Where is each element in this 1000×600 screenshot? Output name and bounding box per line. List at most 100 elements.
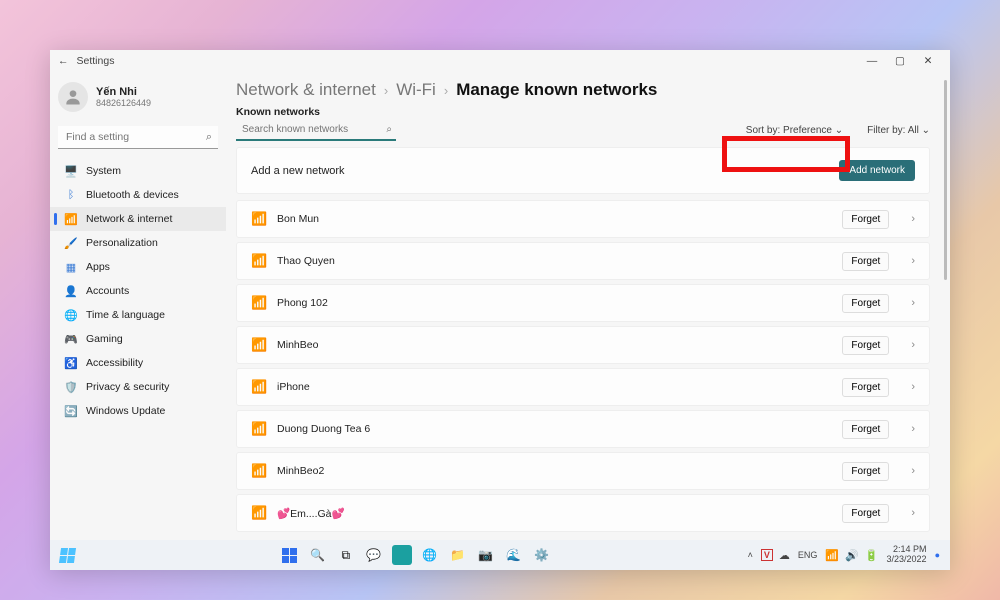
notifications-button[interactable]: ● bbox=[935, 550, 940, 560]
back-icon[interactable]: ← bbox=[58, 55, 69, 67]
chevron-right-icon[interactable] bbox=[911, 339, 915, 351]
network-row[interactable]: 📶 Duong Duong Tea 6 Forget bbox=[236, 410, 930, 448]
network-name: Duong Duong Tea 6 bbox=[277, 423, 370, 435]
onedrive-tray-icon[interactable]: ☁ bbox=[779, 549, 790, 562]
nav-icon: 🎮 bbox=[64, 332, 78, 346]
forget-button[interactable]: Forget bbox=[842, 462, 889, 481]
nav-icon: 🔄 bbox=[64, 404, 78, 418]
minimize-button[interactable]: — bbox=[858, 51, 886, 71]
network-name: iPhone bbox=[277, 381, 310, 393]
forget-button[interactable]: Forget bbox=[842, 294, 889, 313]
sidebar-item-windows-update[interactable]: 🔄 Windows Update bbox=[50, 399, 226, 423]
nav-label: Gaming bbox=[86, 333, 123, 345]
volume-tray-icon[interactable]: 🔊 bbox=[845, 549, 859, 562]
nav-list: 🖥️SystemᛒBluetooth & devices📶Network & i… bbox=[50, 159, 226, 423]
nav-icon: ᛒ bbox=[64, 188, 78, 202]
chevron-right-icon[interactable] bbox=[911, 255, 915, 267]
network-row[interactable]: 📶 Phong 102 Forget bbox=[236, 284, 930, 322]
sidebar-item-accounts[interactable]: 👤 Accounts bbox=[50, 279, 226, 303]
wifi-tray-icon[interactable]: 📶 bbox=[825, 549, 839, 562]
nav-label: Time & language bbox=[86, 309, 165, 321]
network-row[interactable]: 📶 MinhBeo Forget bbox=[236, 326, 930, 364]
search-icon: ⌕ bbox=[386, 124, 392, 135]
profile-name: Yến Nhi bbox=[96, 86, 151, 98]
explorer-icon[interactable]: 📁 bbox=[448, 545, 468, 565]
profile-sub: 84826126449 bbox=[96, 98, 151, 108]
language-indicator[interactable]: ENG bbox=[798, 550, 818, 560]
sidebar-item-accessibility[interactable]: ♿ Accessibility bbox=[50, 351, 226, 375]
breadcrumb-b[interactable]: Wi-Fi bbox=[396, 80, 436, 100]
nav-label: Network & internet bbox=[86, 213, 172, 225]
nav-label: Accessibility bbox=[86, 357, 143, 369]
chevron-right-icon: › bbox=[384, 83, 388, 98]
forget-button[interactable]: Forget bbox=[842, 336, 889, 355]
nav-icon: ♿ bbox=[64, 356, 78, 370]
forget-button[interactable]: Forget bbox=[842, 378, 889, 397]
network-name: Bon Mun bbox=[277, 213, 319, 225]
forget-button[interactable]: Forget bbox=[842, 420, 889, 439]
nav-label: Personalization bbox=[86, 237, 158, 249]
search-button[interactable]: 🔍 bbox=[308, 545, 328, 565]
chevron-right-icon[interactable] bbox=[911, 381, 915, 393]
nav-label: Accounts bbox=[86, 285, 129, 297]
known-networks-heading: Known networks bbox=[236, 106, 930, 118]
start-button[interactable] bbox=[280, 545, 300, 565]
nav-icon: 👤 bbox=[64, 284, 78, 298]
chevron-right-icon[interactable] bbox=[911, 507, 915, 519]
filter-by-dropdown[interactable]: Filter by: All ⌄ bbox=[867, 125, 930, 136]
add-network-button[interactable]: Add network bbox=[839, 160, 915, 181]
network-name: 💕Em....Gà💕 bbox=[277, 507, 345, 520]
app-icon[interactable] bbox=[392, 545, 412, 565]
sidebar-item-bluetooth-devices[interactable]: ᛒBluetooth & devices bbox=[50, 183, 226, 207]
network-row[interactable]: 📶 Thao Quyen Forget bbox=[236, 242, 930, 280]
sidebar-item-network-internet[interactable]: 📶Network & internet bbox=[50, 207, 226, 231]
profile[interactable]: Yến Nhi 84826126449 bbox=[50, 78, 226, 122]
maximize-button[interactable]: ▢ bbox=[886, 51, 914, 71]
forget-button[interactable]: Forget bbox=[842, 252, 889, 271]
wifi-icon: 📶 bbox=[251, 337, 265, 353]
nav-label: Windows Update bbox=[86, 405, 165, 417]
network-name: MinhBeo bbox=[277, 339, 318, 351]
find-setting-input[interactable] bbox=[58, 126, 218, 149]
forget-button[interactable]: Forget bbox=[842, 504, 889, 523]
edge-icon[interactable]: 🌊 bbox=[504, 545, 524, 565]
network-row[interactable]: 📶 💕Em....Gà💕 Forget bbox=[236, 494, 930, 532]
main-panel: Network & internet › Wi-Fi › Manage know… bbox=[230, 72, 950, 570]
known-networks-search[interactable] bbox=[236, 120, 396, 141]
taskview-button[interactable]: ⧉ bbox=[336, 545, 356, 565]
wifi-icon: 📶 bbox=[251, 463, 265, 479]
chevron-right-icon[interactable] bbox=[911, 213, 915, 225]
network-row[interactable]: 📶 iPhone Forget bbox=[236, 368, 930, 406]
battery-tray-icon[interactable]: 🔋 bbox=[865, 549, 879, 562]
sidebar-item-system[interactable]: 🖥️System bbox=[50, 159, 226, 183]
sidebar-item-gaming[interactable]: 🎮 Gaming bbox=[50, 327, 226, 351]
close-button[interactable]: ✕ bbox=[914, 51, 942, 71]
network-row[interactable]: 📶 Bon Mun Forget bbox=[236, 200, 930, 238]
instagram-icon[interactable]: 📷 bbox=[476, 545, 496, 565]
chevron-right-icon[interactable] bbox=[911, 297, 915, 309]
sidebar-item-privacy-security[interactable]: 🛡️Privacy & security bbox=[50, 375, 226, 399]
nav-icon: ▦ bbox=[64, 260, 78, 274]
sidebar-item-personalization[interactable]: 🖌️Personalization bbox=[50, 231, 226, 255]
network-name: Thao Quyen bbox=[277, 255, 335, 267]
unikey-tray-icon[interactable]: V bbox=[761, 549, 773, 561]
search-icon: ⌕ bbox=[206, 131, 212, 144]
find-setting-search[interactable]: ⌕ bbox=[58, 126, 218, 149]
widgets-button[interactable] bbox=[60, 548, 75, 563]
sidebar-item-apps[interactable]: ▦ Apps bbox=[50, 255, 226, 279]
sort-by-dropdown[interactable]: Sort by: Preference ⌄ bbox=[746, 125, 843, 136]
scrollbar-thumb[interactable] bbox=[944, 80, 947, 280]
clock[interactable]: 2:14 PM 3/23/2022 bbox=[887, 545, 927, 565]
forget-button[interactable]: Forget bbox=[842, 210, 889, 229]
nav-label: Apps bbox=[86, 261, 110, 273]
network-row[interactable]: 📶 MinhBeo2 Forget bbox=[236, 452, 930, 490]
settings-icon[interactable]: ⚙️ bbox=[532, 545, 552, 565]
wifi-icon: 📶 bbox=[251, 211, 265, 227]
breadcrumb-a[interactable]: Network & internet bbox=[236, 80, 376, 100]
chevron-right-icon[interactable] bbox=[911, 465, 915, 477]
teams-icon[interactable]: 💬 bbox=[364, 545, 384, 565]
chevron-right-icon[interactable] bbox=[911, 423, 915, 435]
chevron-up-icon[interactable]: ˄ bbox=[748, 550, 753, 560]
sidebar-item-time-language[interactable]: 🌐Time & language bbox=[50, 303, 226, 327]
chrome-icon[interactable]: 🌐 bbox=[420, 545, 440, 565]
